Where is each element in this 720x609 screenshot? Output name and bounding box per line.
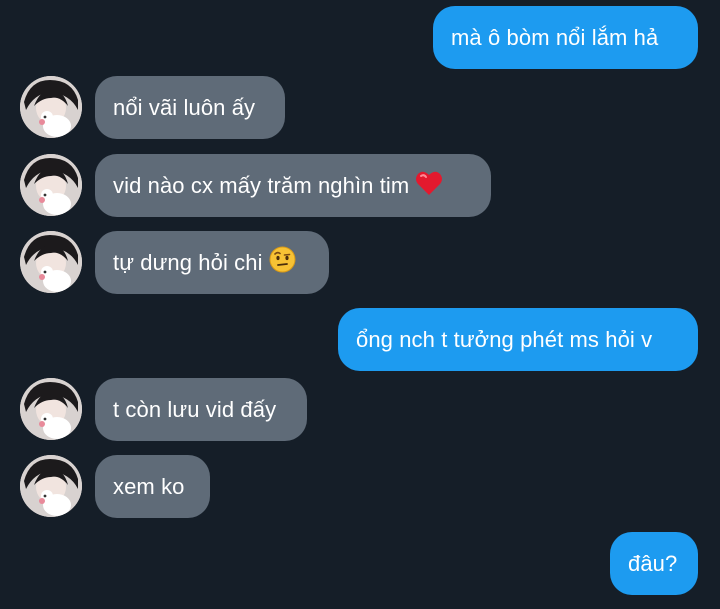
contact-avatar[interactable]: [20, 231, 82, 293]
contact-avatar[interactable]: [20, 76, 82, 138]
message-bubble-incoming[interactable]: nổi vãi luôn ấy: [95, 76, 285, 139]
message-text: vid nào cx mấy trăm nghìn tim: [113, 172, 410, 198]
message-bubble-outgoing[interactable]: đâu?: [610, 532, 698, 595]
message-bubble-incoming[interactable]: tự dưng hỏi chi: [95, 231, 329, 294]
message-bubble-incoming[interactable]: xem ko: [95, 455, 210, 518]
message-text: tự dưng hỏi chi: [113, 249, 263, 275]
contact-avatar[interactable]: [20, 455, 82, 517]
message-text: đâu?: [628, 550, 678, 576]
message-bubble-outgoing[interactable]: mà ô bòm nổi lắm hả: [433, 6, 698, 69]
raised-eyebrow-emoji-icon: [269, 246, 296, 279]
message-text: mà ô bòm nổi lắm hả: [451, 24, 659, 50]
message-bubble-incoming[interactable]: vid nào cx mấy trăm nghìn tim: [95, 154, 491, 217]
message-text: nổi vãi luôn ấy: [113, 94, 256, 120]
message-bubble-incoming[interactable]: t còn lưu vid đấy: [95, 378, 307, 441]
contact-avatar[interactable]: [20, 378, 82, 440]
contact-avatar[interactable]: [20, 154, 82, 216]
message-text: xem ko: [113, 473, 185, 499]
message-bubble-outgoing[interactable]: ổng nch t tưởng phét ms hỏi v: [338, 308, 698, 371]
message-text: t còn lưu vid đấy: [113, 396, 277, 422]
red-heart-icon: [415, 170, 443, 202]
chat-thread: mà ô bòm nổi lắm hả nổi vãi luôn ấy vid …: [0, 0, 720, 609]
message-text: ổng nch t tưởng phét ms hỏi v: [356, 326, 653, 352]
